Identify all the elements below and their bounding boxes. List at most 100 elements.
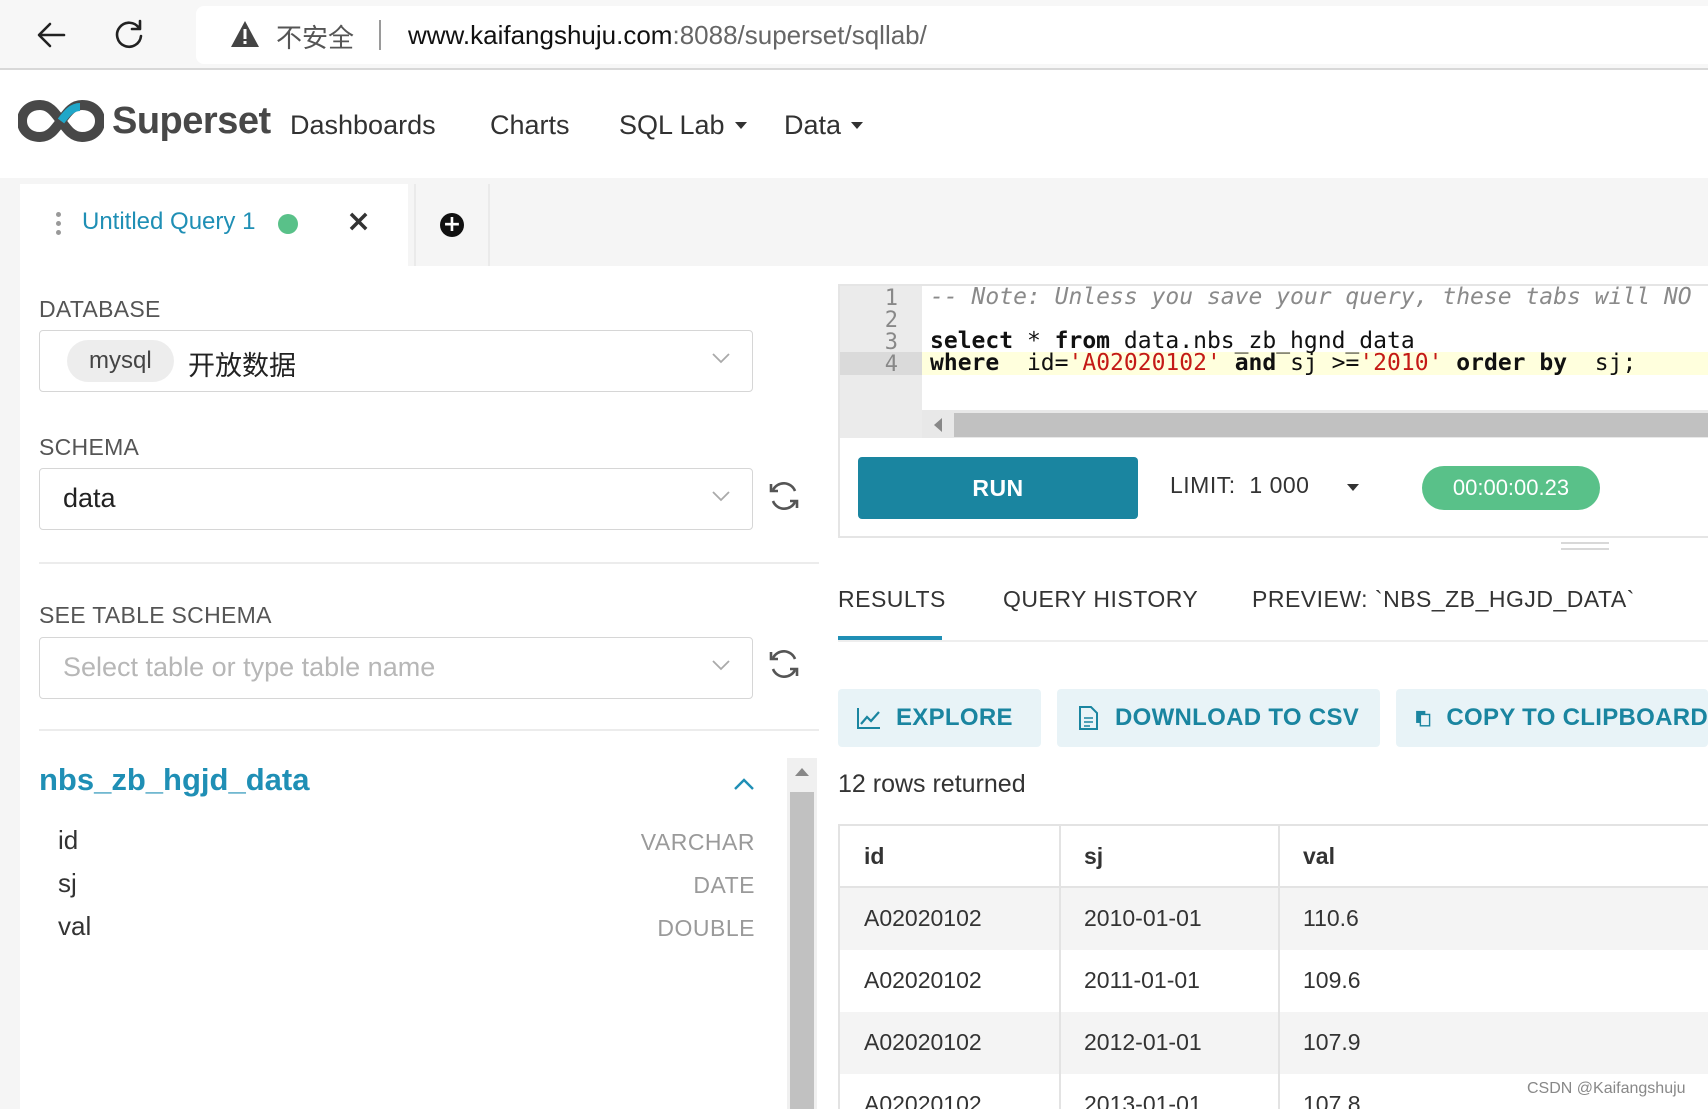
limit-label: LIMIT: [1170,472,1236,498]
column-header[interactable]: id [864,843,884,870]
limit-dropdown[interactable]: LIMIT: 1 000 [1170,472,1309,499]
table-cell: 2013-01-01 [1084,1091,1202,1109]
database-name: 开放数据 [188,351,296,382]
sql-string: 'A02020102' [1068,350,1221,376]
url-text[interactable]: www.kaifangshuju.com:8088/superset/sqlla… [408,20,927,51]
tab-untitled-query-1[interactable]: Untitled Query 1 × [20,184,408,266]
code-line-1: -- Note: Unless you save your query, the… [930,284,1692,310]
table-header: id sj val [840,826,1708,888]
arrow-left-icon [37,22,66,48]
back-button[interactable] [28,12,74,58]
copy-clipboard-button[interactable]: COPY TO CLIPBOARD [1396,689,1708,747]
download-csv-button[interactable]: DOWNLOAD TO CSV [1057,689,1380,747]
column-header[interactable]: sj [1084,843,1103,870]
superset-logo[interactable]: Superset [18,98,271,144]
scrollbar-thumb[interactable] [954,413,1708,437]
scroll-left-icon[interactable] [934,418,942,432]
tab-title: Untitled Query 1 [82,208,256,235]
results-table: id sj val A02020102 2010-01-01 110.6 A02… [838,824,1708,1109]
sql-comment: -- Note: Unless you save your query, the… [930,284,1692,310]
insecure-label[interactable]: 不安全 [276,18,354,55]
menu-sql-lab[interactable]: SQL Lab [619,110,747,141]
run-button[interactable]: RUN [858,457,1138,519]
reload-button[interactable] [106,12,152,58]
copy-clipboard-label: COPY TO CLIPBOARD [1446,704,1708,731]
table-column-row: id VARCHAR [58,825,755,865]
table-cell: A02020102 [864,967,982,993]
column-name: id [58,825,79,855]
brand-name: Superset [112,99,271,142]
database-type-tag: mysql [67,340,174,382]
menu-data[interactable]: Data [784,110,864,141]
warning-icon[interactable] [230,20,260,48]
divider [39,562,819,564]
menu-charts[interactable]: Charts [490,110,570,141]
tab-query-history[interactable]: QUERY HISTORY [1003,586,1198,613]
menu-dashboards[interactable]: Dashboards [290,110,436,141]
url-path: :8088/superset/sqllab/ [672,20,927,50]
refresh-schema-icon[interactable] [766,478,802,514]
superset-logo-icon [18,99,104,143]
sql-keyword: and [1234,350,1277,376]
database-select[interactable]: mysql 开放数据 [39,330,753,392]
menu-data-label: Data [784,110,842,140]
tabs-divider [838,640,1708,642]
table-cell: 2010-01-01 [1084,905,1202,931]
table-cell: 110.6 [1303,905,1359,931]
add-tab-button[interactable]: + [414,184,490,266]
line-number: 4 [884,352,898,377]
rows-returned: 12 rows returned [838,770,1026,798]
refresh-tables-icon[interactable] [766,646,802,682]
sql-editor[interactable]: 1 2 3 4 -- Note: Unless you save your qu… [838,284,1708,440]
menu-charts-label: Charts [490,110,570,140]
left-panel-scrollbar[interactable] [787,758,817,1109]
menu-dashboards-label: Dashboards [290,110,436,140]
see-table-schema-label: SEE TABLE SCHEMA [39,602,272,628]
tab-preview[interactable]: PREVIEW: `NBS_ZB_HGJD_DATA` [1252,586,1635,613]
schema-select[interactable]: data [39,468,753,530]
table-select[interactable]: Select table or type table name [39,637,753,699]
table-cell: A02020102 [864,1091,982,1109]
query-toolbar: RUN LIMIT: 1 000 00:00:00.23 [838,438,1708,538]
drag-handle-icon[interactable] [56,212,62,238]
chevron-up-icon[interactable] [732,774,756,794]
copy-icon [1416,710,1431,727]
table-cell: 107.8 [1303,1091,1361,1109]
column-divider[interactable] [1278,826,1280,1109]
sql-string: '2010' [1359,350,1443,376]
scroll-up-icon[interactable] [795,768,809,776]
scrollbar-thumb[interactable] [790,792,814,1109]
menu-sql-lab-label: SQL Lab [619,110,725,140]
url-host: www.kaifangshuju.com [408,20,673,50]
limit-value: 1 000 [1249,472,1310,498]
explore-button[interactable]: EXPLORE [838,689,1041,747]
sql-text: sj; [1567,350,1637,376]
table-cell: 2012-01-01 [1084,1029,1202,1055]
schema-value: data [63,483,116,513]
editor-horizontal-scrollbar[interactable] [922,410,1708,440]
app-header: Superset Dashboards Charts SQL Lab Data [0,72,1708,178]
query-status-dot [278,214,298,234]
column-type: VARCHAR [640,829,755,855]
caret-down-icon [851,122,864,129]
chevron-down-icon [712,353,730,364]
caret-down-icon[interactable] [1347,484,1359,491]
chevron-down-icon [712,491,730,502]
table-name-heading[interactable]: nbs_zb_hgjd_data [39,762,309,798]
column-divider[interactable] [1059,826,1061,1109]
address-bar[interactable]: 不安全 www.kaifangshuju.com:8088/superset/s… [196,6,1708,64]
tab-results[interactable]: RESULTS [838,586,946,613]
column-name: sj [58,868,77,898]
close-tab-icon[interactable]: × [346,204,371,239]
editor-gutter: 1 2 3 4 [840,286,922,438]
table-cell: 107.9 [1303,1029,1361,1055]
editor-resize-handle[interactable] [1561,542,1609,552]
column-type: DOUBLE [657,915,755,941]
column-header[interactable]: val [1303,843,1335,870]
download-csv-label: DOWNLOAD TO CSV [1115,704,1360,731]
table-row: A02020102 2012-01-01 107.9 [840,1012,1708,1074]
divider [39,729,819,731]
table-column-row: val DOUBLE [58,911,755,951]
